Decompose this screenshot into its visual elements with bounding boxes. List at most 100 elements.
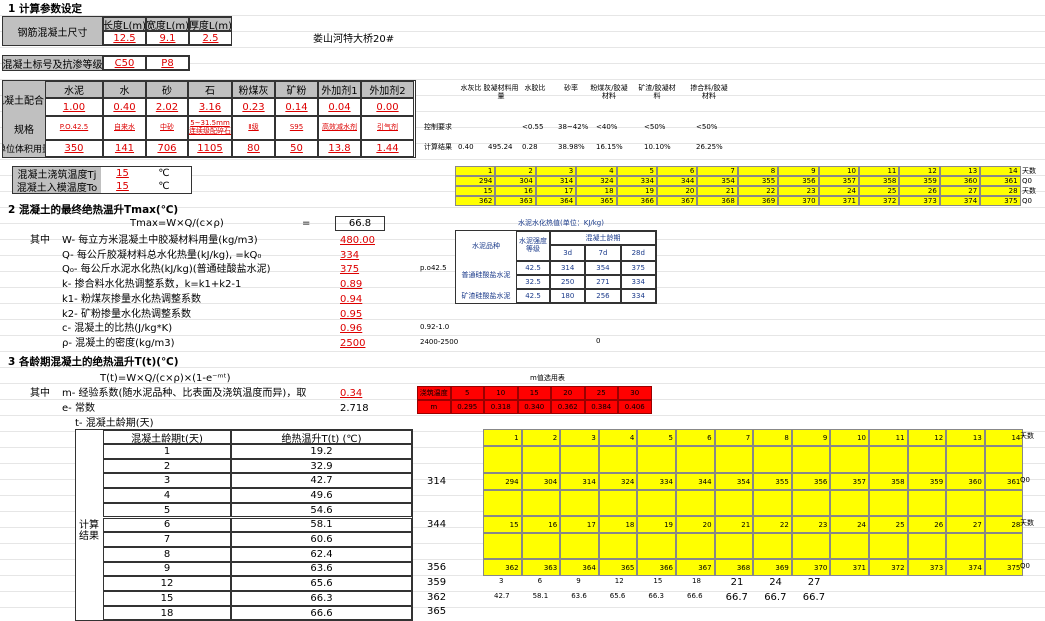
ytab1-cell[interactable]: 4 xyxy=(576,166,617,176)
spec-value[interactable]: 自来水 xyxy=(103,116,146,140)
ytab1-cell[interactable]: 6 xyxy=(657,166,698,176)
tbl-temp[interactable]: 63.6 xyxy=(231,561,412,577)
ytab2-fill[interactable] xyxy=(483,446,522,473)
qizhong-2[interactable]: 其中 xyxy=(30,236,50,246)
unit-value[interactable]: 706 xyxy=(146,140,188,157)
heat-h1[interactable]: 水泥品种 xyxy=(456,231,516,261)
ytab1-cell[interactable]: 360 xyxy=(939,176,981,186)
param-label[interactable]: k1- 粉煤灰掺量水化热调整系数 xyxy=(62,294,201,305)
bot2-cell[interactable]: 65.6 xyxy=(610,593,626,600)
heat-grade[interactable]: 42.5 xyxy=(516,261,550,275)
zero-cell[interactable]: 0 xyxy=(596,338,600,345)
ytab2-cell[interactable]: 355 xyxy=(753,473,792,490)
heat-val[interactable]: 256 xyxy=(585,289,621,303)
param-value[interactable]: 334 xyxy=(340,250,359,261)
tbl-h0[interactable]: 混凝土龄期t(天) xyxy=(103,430,231,444)
ytab2-fill[interactable] xyxy=(598,533,638,559)
project-name[interactable]: 娄山河特大桥20# xyxy=(313,35,394,45)
mix-value[interactable]: 0.04 xyxy=(318,98,361,116)
heat-kz[interactable]: 矿渣硅酸盐水泥 xyxy=(456,289,516,303)
ytab2-cell[interactable]: 294 xyxy=(483,473,522,490)
ytab1-cell[interactable]: 14 xyxy=(980,166,1021,176)
ytab2-fill[interactable] xyxy=(483,490,522,516)
ytab1-cell[interactable]: 22 xyxy=(737,186,779,196)
ytab2-fill[interactable] xyxy=(714,533,754,559)
pour-label[interactable]: 混凝土浇筑温度Tj xyxy=(13,167,101,180)
tmax-formula[interactable]: Tmax=W×Q/(c×ρ) xyxy=(130,219,224,229)
ytab2-fill[interactable] xyxy=(830,533,869,559)
tbl-temp[interactable]: 58.1 xyxy=(231,517,412,533)
mix-value[interactable]: 0.14 xyxy=(275,98,318,116)
ytab1-cell[interactable]: 1 xyxy=(455,166,496,176)
ytab2-cell[interactable]: 365 xyxy=(598,559,638,576)
ytab2-cell[interactable]: 27 xyxy=(946,516,985,533)
mix-header[interactable]: 矿粉 xyxy=(275,81,318,98)
ytab1-cell[interactable]: 27 xyxy=(939,186,981,196)
bot2-cell[interactable]: 66.7 xyxy=(764,593,786,603)
tbl-day[interactable]: 5 xyxy=(103,502,231,518)
ytab1-cell[interactable]: 26 xyxy=(899,186,940,196)
bot1-cell[interactable]: 21 xyxy=(731,578,744,588)
e-value[interactable]: 2.718 xyxy=(340,404,369,414)
ytab2-fill[interactable] xyxy=(869,446,908,473)
spec-value[interactable]: P.O.42.5 xyxy=(45,116,103,140)
ytab2-side[interactable]: 天数 xyxy=(1020,433,1034,440)
t-label[interactable]: t- 混凝土龄期(天) xyxy=(75,419,154,429)
ratio-req[interactable]: <40% xyxy=(596,124,617,131)
bot1-cell[interactable]: 6 xyxy=(538,578,542,585)
mix-value[interactable]: 0.40 xyxy=(103,98,146,116)
mix-value[interactable]: 3.16 xyxy=(188,98,232,116)
unit-value[interactable]: 80 xyxy=(232,140,275,157)
tbl-temp[interactable]: 42.7 xyxy=(231,473,412,489)
ytab2-cell[interactable]: 25 xyxy=(869,516,908,533)
ytab1-cell[interactable]: 365 xyxy=(576,196,617,206)
ytab1-side[interactable]: 天数 xyxy=(1022,188,1036,195)
ytab1-cell[interactable]: 28 xyxy=(980,186,1021,196)
heat-day[interactable]: 3d xyxy=(550,245,586,261)
ytab2-fill[interactable] xyxy=(753,490,792,516)
ratio-res[interactable]: 0.28 xyxy=(522,144,538,151)
ratio-res[interactable]: 10.10% xyxy=(644,144,671,151)
ytab2-cell[interactable]: 364 xyxy=(560,559,599,576)
ytab2-cell[interactable]: 373 xyxy=(907,559,947,576)
ytab1-cell[interactable]: 356 xyxy=(778,176,819,186)
ytab2-side[interactable]: Q0 xyxy=(1020,477,1030,484)
tt-formula[interactable]: T(t)=W×Q/(c×ρ)×(1-e⁻ᵐᵗ) xyxy=(100,374,231,384)
ytab2-side[interactable]: 天数 xyxy=(1020,520,1034,527)
ytab1-cell[interactable]: 324 xyxy=(576,176,617,186)
heat-val[interactable]: 354 xyxy=(585,261,621,275)
ytab2-fill[interactable] xyxy=(791,446,831,473)
tbl-day[interactable]: 18 xyxy=(103,605,231,621)
bot1-cell[interactable]: 18 xyxy=(692,578,701,585)
ratio-res[interactable]: 38.98% xyxy=(558,144,585,151)
bot1-cell[interactable]: 27 xyxy=(808,578,821,588)
ytab2-cell[interactable]: 354 xyxy=(714,473,754,490)
ytab1-cell[interactable]: 9 xyxy=(778,166,819,176)
ytab2-fill[interactable] xyxy=(521,533,561,559)
heat-h2[interactable]: 水泥强度等级 xyxy=(516,231,550,261)
tbl-day[interactable]: 4 xyxy=(103,488,231,503)
param-note[interactable]: 2400-2500 xyxy=(420,338,458,346)
ytab2-cell[interactable]: 334 xyxy=(637,473,676,490)
in-unit[interactable]: ℃ xyxy=(144,180,184,193)
ytab1-cell[interactable]: 23 xyxy=(778,186,819,196)
ytab2-fill[interactable] xyxy=(907,446,947,473)
param-value[interactable]: 0.96 xyxy=(340,324,362,334)
tbl-day[interactable]: 9 xyxy=(103,561,231,577)
tbl-temp[interactable]: 19.2 xyxy=(231,444,412,459)
heat-val[interactable]: 334 xyxy=(620,289,656,303)
ytab2-fill[interactable] xyxy=(753,446,792,473)
ytab2-fill[interactable] xyxy=(676,446,715,473)
ratio-req[interactable]: <50% xyxy=(644,124,665,131)
ytab1-cell[interactable]: 3 xyxy=(535,166,577,176)
ytab2-cell[interactable]: 374 xyxy=(946,559,985,576)
mix-label[interactable]: 混凝土配合比 xyxy=(3,81,45,117)
ytab1-cell[interactable]: 25 xyxy=(859,186,900,196)
ytab2-fill[interactable] xyxy=(946,446,985,473)
ytab1-side[interactable]: Q0 xyxy=(1022,178,1032,185)
ratio-res[interactable]: 0.40 xyxy=(458,144,474,151)
unit-value[interactable]: 1.44 xyxy=(361,140,414,157)
bot2-cell[interactable]: 66.6 xyxy=(687,593,703,600)
bot2-cell[interactable]: 66.7 xyxy=(803,593,825,603)
param-value[interactable]: 375 xyxy=(340,265,359,275)
